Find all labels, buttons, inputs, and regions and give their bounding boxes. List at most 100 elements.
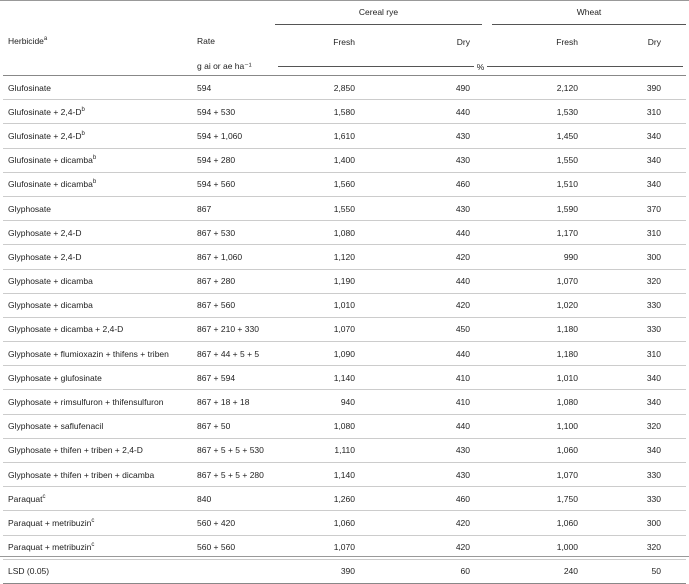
cell-rate: 867 + 18 + 18 [197,389,275,415]
table-row: Glyphosate + rimsulfuron + thifensulfuro… [3,389,687,415]
cell-rye-dry: 440 [355,341,482,367]
table-row: Glyphosate + thifen + triben + dicamba 86… [3,462,687,488]
cell-wheat-fresh: 1,070 [492,269,578,294]
cell-wheat-fresh: 1,100 [492,414,578,439]
cell-wheat-fresh: 990 [492,244,578,270]
cell-rye-dry: 430 [355,462,482,488]
cell-wheat-fresh: 2,120 [492,75,578,101]
cell-rye-fresh: 1,580 [275,99,355,125]
cell-wheat-dry: 330 [578,293,687,318]
cell-gap [482,341,492,367]
cell-wheat-fresh: 1,020 [492,293,578,318]
cell-rye-dry: 430 [355,438,482,464]
group-wheat: Wheat [492,0,687,25]
cell-gap [482,148,492,173]
table-row: Glyphosate + 2,4-D 867 + 1,060 1,120 420 990… [3,244,687,270]
cell-herbicide: Paraquatc [3,486,197,512]
cell-gap [482,196,492,222]
cell-rye-dry: 440 [355,220,482,246]
table-row: Glyphosate + glufosinate 867 + 594 1,140 41… [3,365,687,391]
cell-rye-fresh: 390 [275,559,355,584]
cell-herbicide: Glyphosate + saflufenacil [3,414,197,439]
cell-wheat-dry: 320 [578,414,687,439]
cell-wheat-dry: 330 [578,486,687,512]
col-rate: Rate [197,36,215,47]
cell-rate: 594 [197,75,275,101]
cell-wheat-dry: 340 [578,148,687,173]
cell-gap [482,244,492,270]
cell-wheat-fresh: 1,080 [492,389,578,415]
cell-wheat-dry: 330 [578,462,687,488]
cell-gap [482,462,492,488]
cell-wheat-dry: 50 [578,559,687,584]
table-row: Paraquatc 840 1,260 460 1,750 330 [3,486,687,512]
cell-wheat-fresh: 1,170 [492,220,578,246]
cell-gap [482,559,492,584]
cell-gap [482,486,492,512]
cell-rye-dry: 420 [355,244,482,270]
unit-percent-cell: % [275,58,687,76]
group-header-row: Cereal rye Wheat [3,0,687,25]
cell-herbicide: Glufosinate + 2,4-Db [3,123,197,149]
cell-wheat-dry: 300 [578,510,687,536]
cell-gap [482,438,492,464]
cell-rye-dry: 420 [355,510,482,536]
cell-herbicide: Paraquat + metribuzinc [3,510,197,536]
cell-rye-fresh: 1,190 [275,269,355,294]
cell-gap [482,293,492,318]
cell-rate: 867 + 5 + 5 + 280 [197,462,275,488]
cell-wheat-fresh: 1,060 [492,438,578,464]
cell-wheat-dry: 340 [578,389,687,415]
cell-rate: 867 + 530 [197,220,275,246]
cell-rye-fresh: 1,080 [275,220,355,246]
unit-percent: % [476,61,485,72]
cell-rate: 867 + 44 + 5 + 5 [197,341,275,367]
cell-wheat-fresh: 1,450 [492,123,578,149]
cell-rye-dry: 430 [355,123,482,149]
table-row: Glyphosate 867 1,550 430 1,590 370 [3,196,687,222]
cell-rate: 840 [197,486,275,512]
cell-rye-dry: 440 [355,269,482,294]
table-row: Glyphosate + dicamba 867 + 560 1,010 420 1,0… [3,293,687,318]
cell-rye-fresh: 2,850 [275,75,355,101]
cell-rye-fresh: 1,610 [275,123,355,149]
cell-rye-fresh: 1,110 [275,438,355,464]
cell-rye-fresh: 1,010 [275,293,355,318]
table-page: Cereal rye Wheat Herbicidea Rate Fresh D… [0,0,689,584]
unit-rate: g ai or ae ha⁻¹ [197,58,275,76]
cell-rate: 867 + 1,060 [197,244,275,270]
cell-rye-dry: 450 [355,317,482,343]
col-wheat-dry: Dry [647,36,662,47]
herbicide-table: Cereal rye Wheat Herbicidea Rate Fresh D… [3,0,687,584]
cell-wheat-dry: 370 [578,196,687,222]
cell-wheat-dry: 340 [578,123,687,149]
cell-herbicide: Glyphosate + rimsulfuron + thifensulfuro… [3,389,197,415]
cell-wheat-fresh: 1,180 [492,341,578,367]
cell-rye-fresh: 1,550 [275,196,355,222]
cell-herbicide: Glyphosate + dicamba [3,293,197,318]
cell-rate: 867 [197,196,275,222]
table-row: Paraquat + metribuzinc 560 + 420 1,060 420 1… [3,510,687,536]
table-row: Glyphosate + 2,4-D 867 + 530 1,080 440 1,170… [3,220,687,246]
cell-gap [482,220,492,246]
cell-herbicide: Glyphosate + thifen + triben + dicamba [3,462,197,488]
table-row: Glufosinate + 2,4-Db 594 + 530 1,580 440 1,5… [3,99,687,125]
table-row: Glyphosate + dicamba 867 + 280 1,190 440 1,0… [3,269,687,294]
cell-rye-dry: 410 [355,365,482,391]
cell-rate: 867 + 280 [197,269,275,294]
cell-rate: 867 + 560 [197,293,275,318]
cell-gap [482,75,492,101]
cell-wheat-fresh: 1,550 [492,148,578,173]
col-rye-dry: Dry [456,36,470,47]
cell-gap [482,510,492,536]
cell-rate: 867 + 210 + 330 [197,317,275,343]
cell-rye-dry: 490 [355,75,482,101]
cell-herbicide: Glyphosate [3,196,197,222]
table-row: Glufosinate 594 2,850 490 2,120 390 [3,75,687,101]
table-row: LSD (0.05) 390 60 240 50 [3,559,687,584]
cell-wheat-dry: 340 [578,172,687,197]
cell-wheat-fresh: 1,530 [492,99,578,125]
cell-herbicide: Glufosinate + 2,4-Db [3,99,197,125]
cell-rate: 560 + 420 [197,510,275,536]
cell-herbicide: Glyphosate + thifen + triben + 2,4-D [3,438,197,464]
